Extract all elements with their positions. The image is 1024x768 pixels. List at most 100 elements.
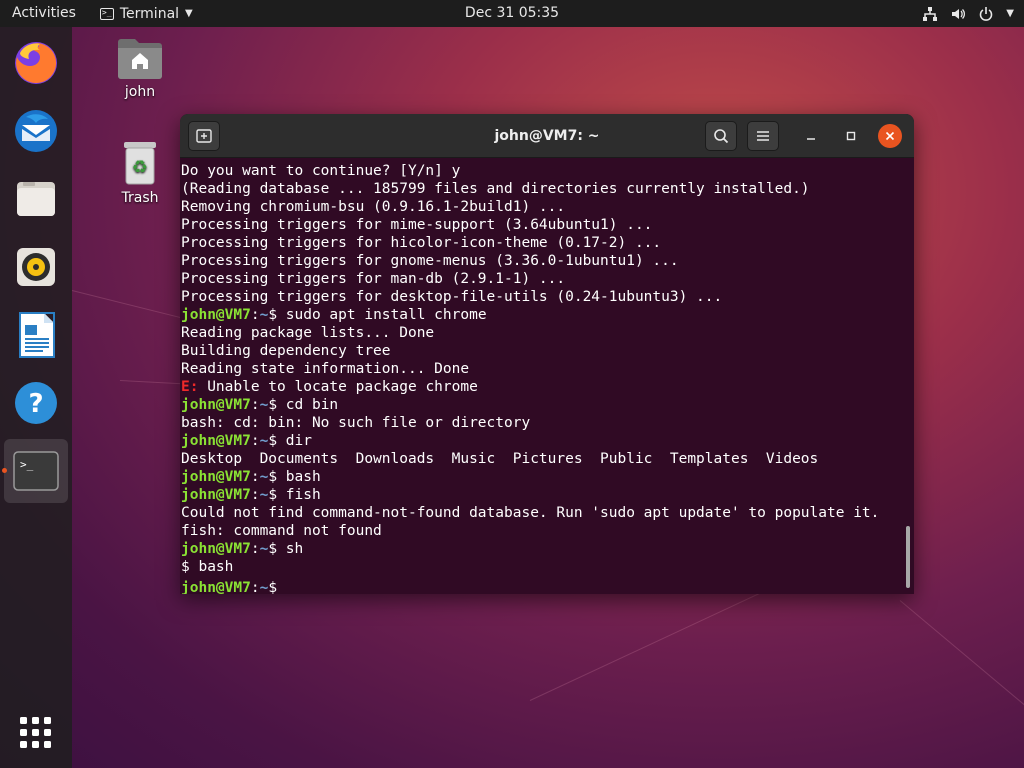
- new-tab-button[interactable]: [188, 121, 220, 151]
- output-text: (Reading database ... 185799 files and d…: [181, 181, 810, 197]
- dock-item-help[interactable]: ?: [4, 371, 68, 435]
- dock: ? >_: [0, 27, 72, 768]
- terminal-output[interactable]: Do you want to continue? [Y/n] y (Reading…: [180, 158, 914, 594]
- prompt-path: ~: [259, 433, 269, 449]
- output-line: Reading package lists... Done: [181, 324, 914, 342]
- caret-down-icon[interactable]: ▼: [1006, 8, 1014, 19]
- prompt-separator: :: [250, 487, 260, 503]
- output-line: Reading state information... Done: [181, 360, 914, 378]
- terminal-icon: >_: [13, 451, 59, 491]
- command-text: sudo apt install chrome: [285, 307, 487, 323]
- prompt-user: john@VM7: [181, 307, 251, 323]
- thunderbird-icon: [15, 110, 57, 152]
- svg-text:>_: >_: [20, 458, 34, 471]
- files-icon: [17, 182, 55, 216]
- menu-button[interactable]: [747, 121, 779, 151]
- output-line: Building dependency tree: [181, 342, 914, 360]
- dock-item-files[interactable]: [4, 167, 68, 231]
- top-bar: Activities >_ Terminal ▼ Dec 31 05:35 ▼: [0, 0, 1024, 27]
- prompt-path: ~: [259, 487, 269, 503]
- output-line: Desktop Documents Downloads Music Pictur…: [181, 450, 914, 468]
- header-bar[interactable]: john@VM7: ~: [180, 114, 914, 158]
- output-text: Processing triggers for mime-support (3.…: [181, 217, 653, 233]
- prompt-path: ~: [259, 541, 269, 557]
- output-line: Removing chromium-bsu (0.9.16.1-2build1)…: [181, 198, 914, 216]
- svg-text:?: ?: [28, 389, 43, 419]
- prompt-line: john@VM7:~$ dir: [181, 432, 914, 450]
- close-icon: [885, 131, 895, 141]
- prompt-user: john@VM7: [181, 469, 251, 485]
- scrollbar[interactable]: [906, 526, 910, 588]
- output-text: Removing chromium-bsu (0.9.16.1-2build1)…: [181, 199, 566, 215]
- volume-icon[interactable]: [950, 6, 966, 22]
- output-text: Do you want to continue? [Y/n] y: [181, 163, 461, 179]
- prompt-path: ~: [259, 580, 269, 594]
- output-line: Processing triggers for hicolor-icon-the…: [181, 234, 914, 252]
- clock[interactable]: Dec 31 05:35: [412, 0, 612, 27]
- prompt-symbol: $: [268, 541, 286, 557]
- prompt-path: ~: [259, 307, 269, 323]
- prompt-path: ~: [259, 397, 269, 413]
- error-line: E: Unable to locate package chrome: [181, 378, 914, 396]
- close-button[interactable]: [878, 124, 902, 148]
- prompt-symbol: $: [268, 580, 286, 594]
- command-text: cd bin: [285, 397, 339, 413]
- text-cursor: [286, 576, 294, 592]
- prompt-symbol: $: [268, 487, 286, 503]
- show-applications-button[interactable]: [4, 701, 68, 765]
- prompt-separator: :: [250, 397, 260, 413]
- output-text: Desktop Documents Downloads Music Pictur…: [181, 451, 819, 467]
- dock-item-writer[interactable]: [4, 303, 68, 367]
- dock-item-thunderbird[interactable]: [4, 99, 68, 163]
- prompt-symbol: $: [268, 397, 286, 413]
- terminal-window[interactable]: john@VM7: ~ Do you want to continue? [Y/…: [180, 114, 914, 594]
- output-text: Reading state information... Done: [181, 361, 470, 377]
- system-tray[interactable]: ▼: [922, 0, 1014, 27]
- minimize-button[interactable]: [799, 124, 823, 148]
- desktop-trash-label: Trash: [121, 190, 159, 206]
- prompt-separator: :: [250, 433, 260, 449]
- rhythmbox-icon: [17, 248, 55, 286]
- output-text: Reading package lists... Done: [181, 325, 435, 341]
- desktop-trash[interactable]: ♻ Trash: [105, 140, 175, 206]
- firefox-icon: [15, 42, 57, 84]
- search-button[interactable]: [705, 121, 737, 151]
- prompt-separator: :: [250, 541, 260, 557]
- network-icon[interactable]: [922, 6, 938, 22]
- output-text: Processing triggers for gnome-menus (3.3…: [181, 253, 679, 269]
- output-line: Do you want to continue? [Y/n] y: [181, 162, 914, 180]
- activities-button[interactable]: Activities: [0, 0, 88, 27]
- prompt-line: john@VM7:~$ cd bin: [181, 396, 914, 414]
- output-line: Processing triggers for gnome-menus (3.3…: [181, 252, 914, 270]
- prompt-user: john@VM7: [181, 433, 251, 449]
- desktop-home-folder[interactable]: john: [105, 36, 175, 100]
- dock-item-terminal[interactable]: >_: [4, 439, 68, 503]
- output-text: fish: command not found: [181, 523, 382, 539]
- app-menu[interactable]: >_ Terminal ▼: [99, 0, 193, 27]
- caret-down-icon: ▼: [185, 8, 193, 19]
- output-text: Processing triggers for hicolor-icon-the…: [181, 235, 662, 251]
- dock-item-rhythmbox[interactable]: [4, 235, 68, 299]
- new-tab-icon: [196, 129, 212, 143]
- output-line: bash: cd: bin: No such file or directory: [181, 414, 914, 432]
- output-text: $ bash: [181, 559, 234, 575]
- terminal-small-icon: >_: [99, 7, 114, 20]
- running-indicator: [2, 468, 7, 473]
- dock-item-firefox[interactable]: [4, 31, 68, 95]
- wallpaper-line: [899, 600, 1024, 730]
- hamburger-icon: [757, 131, 769, 141]
- prompt-separator: :: [250, 307, 260, 323]
- prompt-user: john@VM7: [181, 397, 251, 413]
- app-menu-label: Terminal: [119, 5, 180, 22]
- libreoffice-writer-icon: [19, 312, 55, 358]
- prompt-user: john@VM7: [181, 487, 251, 503]
- output-line: (Reading database ... 185799 files and d…: [181, 180, 914, 198]
- output-line: Processing triggers for man-db (2.9.1-1)…: [181, 270, 914, 288]
- prompt-line: john@VM7:~$: [181, 576, 914, 594]
- prompt-symbol: $: [268, 433, 286, 449]
- prompt-separator: :: [250, 469, 260, 485]
- output-line: Processing triggers for desktop-file-uti…: [181, 288, 914, 306]
- power-icon[interactable]: [978, 6, 994, 22]
- maximize-button[interactable]: [839, 124, 863, 148]
- prompt-line: john@VM7:~$ fish: [181, 486, 914, 504]
